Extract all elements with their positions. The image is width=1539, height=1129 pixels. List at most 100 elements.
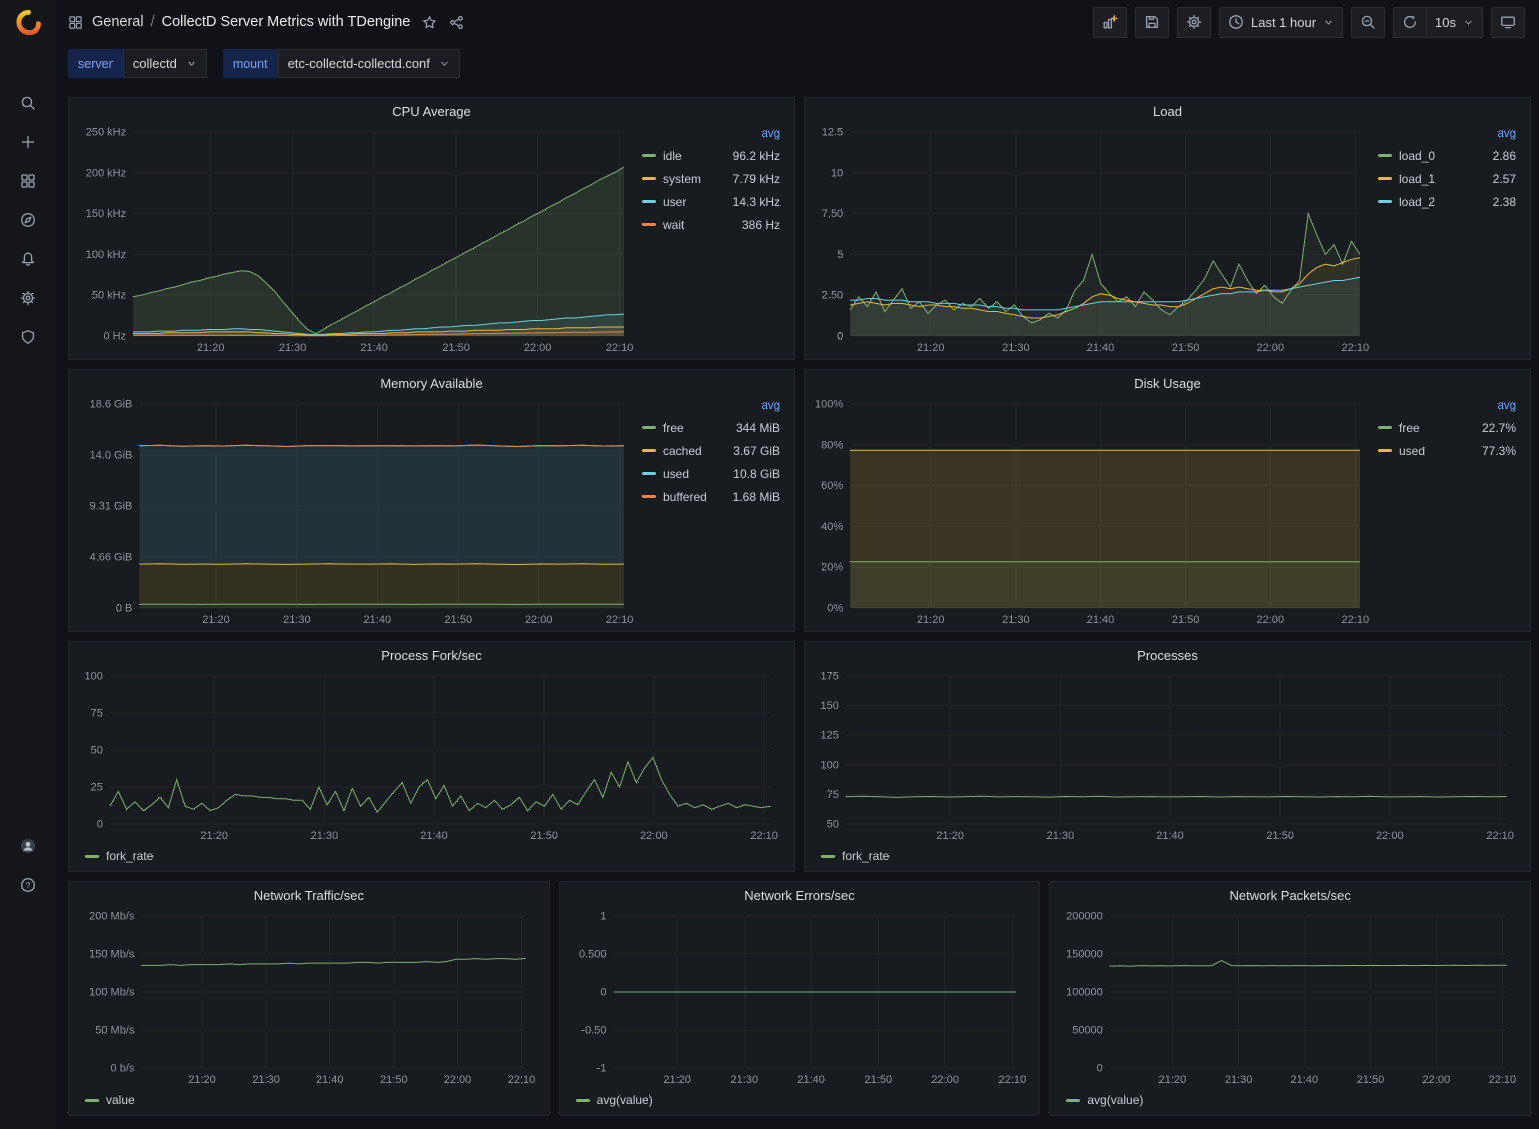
sidebar-item-dashboards[interactable] bbox=[0, 161, 56, 200]
svg-text:2.50: 2.50 bbox=[822, 290, 843, 302]
variable-value-dropdown[interactable]: etc-collectd-collectd.conf bbox=[278, 49, 460, 78]
legend-value: 22.7% bbox=[1482, 421, 1516, 435]
memory-available-chart[interactable]: 0 B4.66 GiB9.31 GiB14.0 GiB18.6 GiB21:20… bbox=[73, 396, 638, 629]
svg-text:21:40: 21:40 bbox=[364, 614, 392, 626]
network-errors-chart[interactable]: -1-0.5000.500121:2021:3021:4021:5022:002… bbox=[566, 908, 1030, 1089]
series-color-dash bbox=[1378, 177, 1392, 180]
sidebar-item-configuration[interactable] bbox=[0, 278, 56, 317]
sidebar-item-help[interactable]: ? bbox=[0, 865, 56, 904]
legend-value: 2.38 bbox=[1493, 195, 1516, 209]
save-dashboard-button[interactable] bbox=[1135, 7, 1169, 38]
load-chart[interactable]: 02.5057.501012.521:2021:3021:4021:5022:0… bbox=[809, 124, 1374, 357]
legend-avg-header[interactable]: avg bbox=[642, 128, 780, 144]
legend-label: fork_rate bbox=[106, 849, 153, 863]
svg-text:22:00: 22:00 bbox=[1257, 614, 1285, 626]
legend-label: used bbox=[663, 467, 689, 481]
dashboard-grid: CPU Average 0 Hz50 kHz100 kHz150 kHz200 … bbox=[56, 88, 1539, 1129]
legend-item[interactable]: free22.7% bbox=[1378, 416, 1516, 439]
svg-text:100: 100 bbox=[85, 671, 103, 683]
star-icon[interactable] bbox=[422, 15, 437, 30]
sidebar-item-search[interactable] bbox=[0, 83, 56, 122]
panel-title[interactable]: Processes bbox=[805, 642, 1530, 668]
legend-label: system bbox=[663, 172, 701, 186]
series-color-dash bbox=[642, 200, 656, 203]
legend-item[interactable]: load_02.86 bbox=[1378, 144, 1516, 167]
refresh-interval-label: 10s bbox=[1435, 15, 1456, 30]
sidebar-item-profile[interactable] bbox=[0, 826, 56, 865]
series-color-dash bbox=[1378, 449, 1392, 452]
svg-text:25: 25 bbox=[91, 782, 103, 794]
cycle-view-mode-button[interactable] bbox=[1491, 7, 1525, 38]
legend-item[interactable]: buffered1.68 MiB bbox=[642, 485, 780, 508]
legend-label: load_2 bbox=[1399, 195, 1435, 209]
legend-item[interactable]: used77.3% bbox=[1378, 439, 1516, 462]
legend-avg-header[interactable]: avg bbox=[1378, 400, 1516, 416]
variable-value-dropdown[interactable]: collectd bbox=[123, 49, 207, 78]
svg-text:21:50: 21:50 bbox=[1172, 342, 1200, 354]
sidebar-item-alerting[interactable] bbox=[0, 239, 56, 278]
panel-title[interactable]: Network Errors/sec bbox=[560, 882, 1040, 908]
series-color-dash bbox=[1378, 426, 1392, 429]
dashboards-grid-icon[interactable] bbox=[68, 15, 83, 30]
panel-title[interactable]: CPU Average bbox=[69, 98, 794, 124]
legend-item[interactable]: idle96.2 kHz bbox=[642, 144, 780, 167]
svg-text:0 B: 0 B bbox=[116, 603, 133, 615]
svg-text:21:40: 21:40 bbox=[360, 342, 388, 354]
legend-avg-header[interactable]: avg bbox=[1378, 128, 1516, 144]
panel-title[interactable]: Disk Usage bbox=[805, 370, 1530, 396]
legend-value: 344 MiB bbox=[736, 421, 780, 435]
dashboard-settings-button[interactable] bbox=[1177, 7, 1211, 38]
sidebar-item-explore[interactable] bbox=[0, 200, 56, 239]
refresh-interval-dropdown[interactable]: 10s bbox=[1427, 7, 1483, 38]
refresh-button[interactable] bbox=[1393, 7, 1427, 38]
add-panel-button[interactable] bbox=[1093, 7, 1127, 38]
legend-avg-header[interactable]: avg bbox=[642, 400, 780, 416]
legend-item[interactable]: value bbox=[85, 1089, 135, 1111]
disk-usage-chart[interactable]: 0%20%40%60%80%100%21:2021:3021:4021:5022… bbox=[809, 396, 1374, 629]
panel-title[interactable]: Network Packets/sec bbox=[1050, 882, 1530, 908]
zoom-out-button[interactable] bbox=[1351, 7, 1385, 38]
compass-icon bbox=[20, 212, 36, 228]
legend-item[interactable]: load_12.57 bbox=[1378, 167, 1516, 190]
svg-text:175: 175 bbox=[821, 671, 839, 683]
sidebar-item-create[interactable] bbox=[0, 122, 56, 161]
breadcrumb-folder[interactable]: General bbox=[92, 14, 144, 30]
legend-value: 386 Hz bbox=[742, 218, 780, 232]
legend-item[interactable]: used10.8 GiB bbox=[642, 462, 780, 485]
legend-item[interactable]: avg(value) bbox=[576, 1089, 653, 1111]
legend-item[interactable]: fork_rate bbox=[85, 845, 153, 867]
legend-item[interactable]: avg(value) bbox=[1066, 1089, 1143, 1111]
svg-text:125: 125 bbox=[821, 730, 839, 742]
svg-text:10: 10 bbox=[831, 167, 843, 179]
grafana-logo[interactable] bbox=[15, 9, 42, 39]
cpu-average-chart[interactable]: 0 Hz50 kHz100 kHz150 kHz200 kHz250 kHz21… bbox=[73, 124, 638, 357]
share-icon[interactable] bbox=[449, 15, 464, 30]
network-traffic-chart[interactable]: 0 b/s50 Mb/s100 Mb/s150 Mb/s200 Mb/s21:2… bbox=[75, 908, 539, 1089]
legend-item[interactable]: fork_rate bbox=[821, 845, 889, 867]
panel-title[interactable]: Network Traffic/sec bbox=[69, 882, 549, 908]
network-packets-chart[interactable]: 05000010000015000020000021:2021:3021:402… bbox=[1056, 908, 1520, 1089]
panel-title[interactable]: Load bbox=[805, 98, 1530, 124]
legend-value: 96.2 kHz bbox=[733, 149, 780, 163]
process-fork-chart[interactable]: 025507510021:2021:3021:4021:5022:0022:10 bbox=[75, 668, 784, 845]
series-color-dash bbox=[1378, 154, 1392, 157]
legend-item[interactable]: load_2 2.38 bbox=[1378, 190, 1516, 213]
chevron-down-icon bbox=[186, 58, 197, 69]
legend-item[interactable]: system7.79 kHz bbox=[642, 167, 780, 190]
legend-item[interactable]: wait386 Hz bbox=[642, 213, 780, 236]
svg-text:0: 0 bbox=[1097, 1063, 1103, 1075]
time-range-picker[interactable]: Last 1 hour bbox=[1219, 7, 1343, 38]
panel-title[interactable]: Memory Available bbox=[69, 370, 794, 396]
svg-text:21:40: 21:40 bbox=[1291, 1074, 1319, 1086]
legend-item[interactable]: free344 MiB bbox=[642, 416, 780, 439]
shield-icon bbox=[20, 329, 36, 345]
save-icon bbox=[1144, 14, 1160, 30]
processes-chart[interactable]: 507510012515017521:2021:3021:4021:5022:0… bbox=[811, 668, 1520, 845]
panel-title[interactable]: Process Fork/sec bbox=[69, 642, 794, 668]
sidebar-item-server-admin[interactable] bbox=[0, 317, 56, 356]
svg-text:22:00: 22:00 bbox=[1423, 1074, 1451, 1086]
legend-item[interactable]: user14.3 kHz bbox=[642, 190, 780, 213]
series-color-dash bbox=[642, 495, 656, 498]
svg-text:100: 100 bbox=[821, 759, 839, 771]
legend-item[interactable]: cached3.67 GiB bbox=[642, 439, 780, 462]
